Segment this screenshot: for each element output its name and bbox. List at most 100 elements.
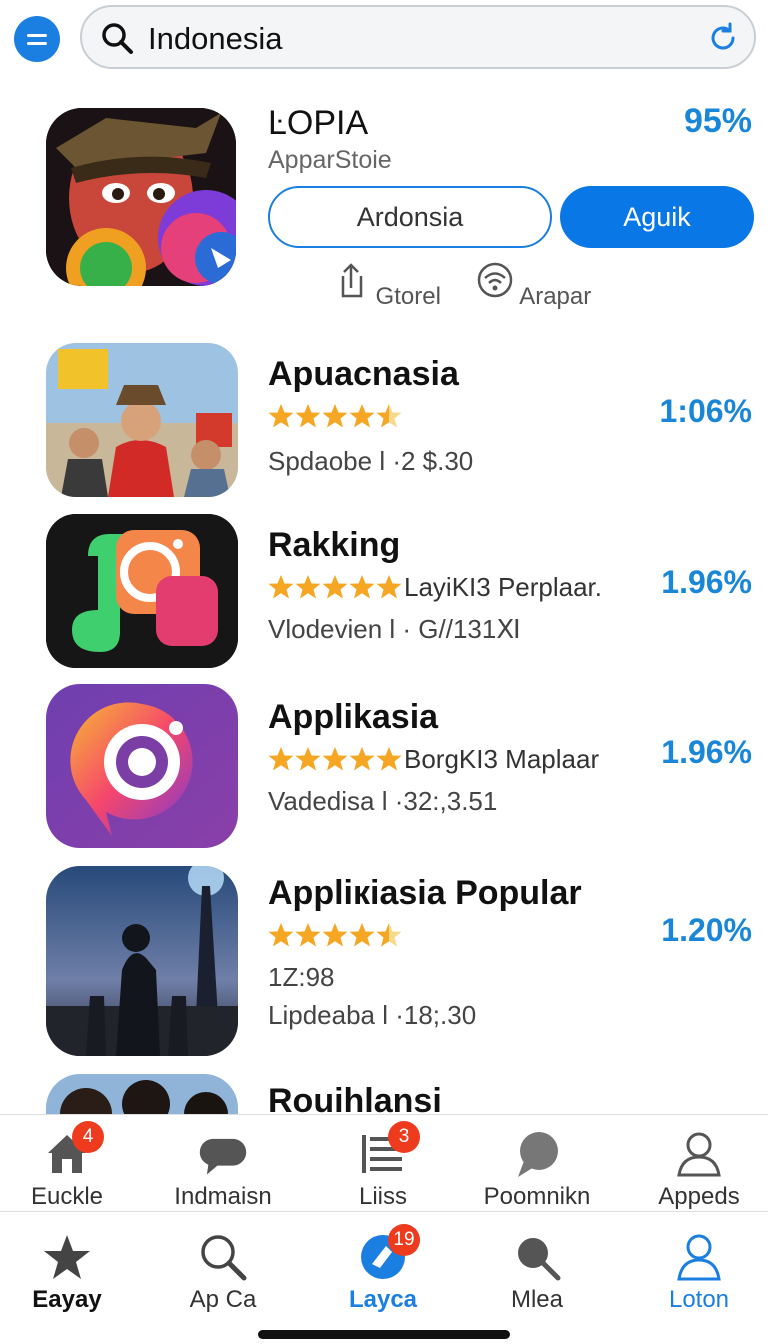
star-rating xyxy=(268,574,403,600)
tab-label: Mlea xyxy=(510,1286,564,1313)
tab-label: Eayay xyxy=(32,1286,102,1313)
badge: 3 xyxy=(388,1121,420,1153)
subnav-label: Indmaisn xyxy=(174,1183,272,1210)
app-rank-text: BorgKI3 Maplaar xyxy=(404,744,600,774)
star-icon xyxy=(295,923,321,947)
star-rating xyxy=(268,922,403,948)
search-query: Indonesia xyxy=(148,21,283,56)
app-title: Applikasia xyxy=(268,698,439,736)
home-icon: 4 xyxy=(42,1121,104,1179)
app-title: Rouihlansi xyxy=(268,1082,442,1114)
tab-search-2[interactable]: Mlea xyxy=(462,1232,612,1314)
share-label: Gtorel xyxy=(375,283,441,310)
star-icon xyxy=(295,747,321,771)
subnav-item-chat[interactable]: Indmaisn xyxy=(148,1129,298,1211)
app-percent: 1.96% xyxy=(661,564,752,600)
subnav-label: Poomnikn xyxy=(483,1183,591,1210)
subnav-item-list[interactable]: 3 Liiss xyxy=(308,1121,458,1211)
list-item[interactable]: Rouihlansi xyxy=(0,1074,768,1114)
refresh-icon[interactable] xyxy=(706,21,740,55)
tab-profile[interactable]: Loton xyxy=(624,1232,768,1314)
star-icon xyxy=(322,923,348,947)
app-extra: 1Z:98 xyxy=(268,962,335,992)
app-rank-text: LayiKI3 Perplaar. xyxy=(404,572,603,602)
app-title: Apuacnasia xyxy=(268,355,459,393)
star-icon xyxy=(376,747,402,771)
menu-icon[interactable] xyxy=(14,16,60,62)
featured-app: ĿOPIA ApparStoie 95% Ardonsia Aguik Gtor… xyxy=(0,90,768,330)
app-icon xyxy=(46,1074,238,1114)
star-icon xyxy=(268,747,294,771)
list-item[interactable]: Rakking LayiKI3 Perplaar. Vlodevien l · … xyxy=(0,514,768,674)
star-icon xyxy=(322,404,348,428)
list-item[interactable]: Appliкiasia Popular 1Z:98 Lipdeaba l ·18… xyxy=(0,866,768,1062)
share-icon xyxy=(341,263,363,298)
subnav-item-comment[interactable]: Poomnikn xyxy=(462,1129,612,1211)
star-icon xyxy=(295,575,321,599)
person-icon xyxy=(674,1129,724,1179)
featured-app-subtitle: ApparStoie xyxy=(268,146,392,174)
search-icon xyxy=(102,23,133,54)
app-icon xyxy=(46,514,238,668)
wifi-label: Arapar xyxy=(519,283,592,310)
app-meta: Vadedisa l ·32:,3.51 xyxy=(268,786,498,816)
featured-app-icon[interactable] xyxy=(46,108,236,286)
app-title: Appliкiasia Popular xyxy=(268,874,582,912)
subnav-label: Euckle xyxy=(30,1183,104,1210)
app-meta: Lipdeaba l ·18;.30 xyxy=(268,1000,477,1030)
secondary-button[interactable]: Ardonsia xyxy=(268,186,552,248)
tab-search[interactable]: Ap Ca xyxy=(148,1232,298,1314)
wifi-action[interactable]: Arapar xyxy=(473,260,593,311)
star-icon xyxy=(322,747,348,771)
secondary-nav-bar: 4 Euckle Indmaisn 3 Liiss Poomnikn Apped… xyxy=(0,1114,768,1212)
app-icon xyxy=(46,866,238,1056)
tab-today[interactable]: Eayay xyxy=(0,1232,142,1314)
app-percent: 1.20% xyxy=(661,912,752,948)
app-icon xyxy=(46,684,238,848)
wifi-icon xyxy=(477,262,512,298)
star-icon xyxy=(349,404,375,428)
featured-app-percent: 95% xyxy=(683,102,752,140)
star-icon xyxy=(322,575,348,599)
app-meta: Spdaobe l ·2 $.30 xyxy=(268,446,474,476)
star-icon xyxy=(268,575,294,599)
subnav-item-profile[interactable]: Appeds xyxy=(624,1129,768,1211)
tab-bar: Eayay Ap Ca 19 Layca Mlea Loton xyxy=(0,1212,768,1344)
comment-icon xyxy=(512,1129,562,1179)
star-rating xyxy=(268,403,403,429)
list-item[interactable]: Apuacnasia Spdaobe l ·2 $.30 1:06% xyxy=(0,343,768,503)
star-icon xyxy=(376,404,402,428)
star-icon xyxy=(349,575,375,599)
get-button[interactable]: Aguik xyxy=(560,186,754,248)
tab-label: Layca xyxy=(348,1286,418,1313)
top-bar: Indonesia xyxy=(0,0,768,80)
tab-label: Loton xyxy=(668,1286,730,1313)
list-item[interactable]: Applikasia BorgKI3 Maplaar Vadedisa l ·3… xyxy=(0,684,768,854)
chat-bubble-icon xyxy=(198,1129,248,1179)
featured-app-title: ĿOPIA xyxy=(268,104,369,142)
search-input[interactable]: Indonesia xyxy=(80,5,756,69)
subnav-item-home[interactable]: 4 Euckle xyxy=(0,1121,142,1211)
badge: 4 xyxy=(72,1121,104,1153)
app-title: Rakking xyxy=(268,526,401,564)
badge: 19 xyxy=(388,1224,420,1256)
subnav-label: Liiss xyxy=(358,1183,407,1210)
app-percent: 1.96% xyxy=(661,734,752,770)
app-icon xyxy=(46,343,238,497)
tab-apps[interactable]: 19 Layca xyxy=(308,1224,458,1314)
star-rating xyxy=(268,746,403,772)
star-icon xyxy=(349,923,375,947)
search-icon xyxy=(198,1232,248,1282)
star-icon xyxy=(349,747,375,771)
star-icon xyxy=(295,404,321,428)
app-percent: 1:06% xyxy=(659,393,753,429)
person-icon xyxy=(674,1232,724,1282)
star-icon xyxy=(268,404,294,428)
app-meta: Vlodevien l · G//131Ⅺ xyxy=(268,614,521,644)
apps-icon: 19 xyxy=(358,1224,420,1282)
list-icon: 3 xyxy=(358,1121,420,1179)
search-icon xyxy=(512,1232,562,1282)
share-action[interactable]: Gtorel xyxy=(326,260,446,311)
star-icon xyxy=(268,923,294,947)
tab-label: Ap Ca xyxy=(189,1286,257,1313)
